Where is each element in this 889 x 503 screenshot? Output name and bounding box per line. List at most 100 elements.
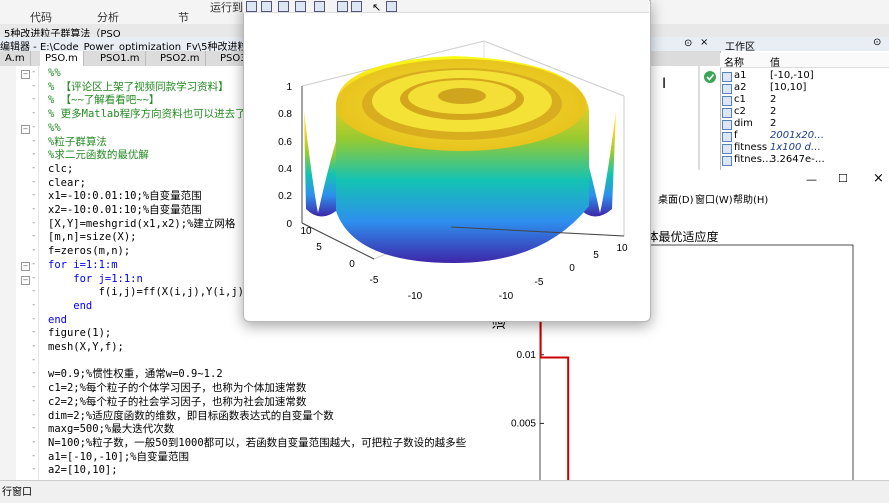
code-line[interactable]: % 【~~了解看看吧~~】 xyxy=(48,94,159,107)
editor-close-icon[interactable]: × xyxy=(700,37,708,48)
breakpoint-marker[interactable]: - xyxy=(31,286,36,296)
menu-help[interactable]: 帮助(H) xyxy=(733,191,768,206)
fold-toggle-icon[interactable]: − xyxy=(21,275,30,285)
breakpoint-marker[interactable]: - xyxy=(31,341,36,351)
breakpoint-marker[interactable]: - xyxy=(31,451,36,461)
code-line[interactable]: a2=[10,10]; xyxy=(48,464,118,477)
breakpoint-marker[interactable]: - xyxy=(31,177,36,187)
colorbar-icon[interactable] xyxy=(337,1,348,12)
editor-collapse-icon[interactable]: ⊙ xyxy=(684,38,692,49)
tab-pso2[interactable]: PSO2.m xyxy=(155,51,206,66)
code-line[interactable]: x1=-10:0.01:10;%自变量范围 xyxy=(48,190,202,203)
workspace-row[interactable]: c2 2 xyxy=(722,106,888,118)
code-line[interactable]: [m,n]=size(X); xyxy=(48,231,137,244)
code-line[interactable]: figure(1); xyxy=(48,327,111,340)
code-line[interactable]: for j=1:1:n xyxy=(48,273,143,286)
code-line[interactable]: f(i,j)=ff(X(i,j),Y(i,j)); xyxy=(48,286,257,299)
fold-toggle-icon[interactable]: − xyxy=(21,261,30,271)
code-line[interactable]: end xyxy=(48,314,67,327)
breakpoint-marker[interactable]: - xyxy=(31,231,36,241)
breakpoint-marker[interactable]: - xyxy=(31,368,36,378)
workspace-row[interactable]: dim 2 xyxy=(722,118,888,130)
menu-desktop[interactable]: 桌面(D) xyxy=(658,191,694,206)
code-line[interactable]: c1=2;%每个粒子的个体学习因子，也称为个体加速常数 xyxy=(48,382,306,395)
tab-pso[interactable]: PSO.m xyxy=(40,51,84,66)
breakpoint-marker[interactable]: - xyxy=(31,423,36,433)
workspace-menu-icon[interactable]: ⊙ xyxy=(873,37,881,48)
breakpoint-marker[interactable]: - xyxy=(31,94,36,104)
breakpoint-marker[interactable]: - xyxy=(31,410,36,420)
pointer-icon[interactable]: ↖ xyxy=(372,1,381,14)
breakpoint-marker[interactable]: - xyxy=(31,81,36,91)
print-icon[interactable] xyxy=(295,1,306,12)
workspace-row[interactable]: a1 [-10,-10] xyxy=(722,70,888,82)
y-tick-label: 10 xyxy=(300,226,312,237)
breakpoint-marker[interactable]: - xyxy=(31,314,36,324)
workspace-row[interactable]: f 2001x20… xyxy=(722,130,888,142)
breakpoint-marker[interactable]: - xyxy=(31,163,36,173)
breakpoint-marker[interactable]: - xyxy=(31,190,36,200)
workspace-col-name[interactable]: 名称 xyxy=(724,54,744,69)
breakpoint-marker[interactable]: - xyxy=(31,355,36,365)
ribbon-code-label[interactable]: 代码 xyxy=(30,9,52,25)
code-line[interactable]: N=100;%粒子数，一般50到1000都可以，若函数自变量范围越大，可把粒子数… xyxy=(48,437,466,450)
breakpoint-marker[interactable]: - xyxy=(31,396,36,406)
code-line[interactable]: %% xyxy=(48,67,61,80)
link-plot-icon[interactable] xyxy=(314,1,325,12)
breakpoint-marker[interactable]: - xyxy=(31,382,36,392)
tab-pso1[interactable]: PSO1.m xyxy=(95,51,146,66)
fold-toggle-icon[interactable]: − xyxy=(21,70,30,79)
close-icon[interactable]: × xyxy=(873,171,884,186)
code-line[interactable]: clc; xyxy=(48,163,73,176)
code-line[interactable]: [X,Y]=meshgrid(x1,x2);%建立网格 xyxy=(48,218,235,231)
y-tick-label: 0.01 xyxy=(517,350,537,361)
legend-icon[interactable] xyxy=(351,1,362,12)
code-line[interactable]: f=zeros(m,n); xyxy=(48,245,130,258)
code-line[interactable]: %% xyxy=(48,122,61,135)
workspace-row[interactable]: c1 2 xyxy=(722,94,888,106)
code-line[interactable]: %粒子群算法 xyxy=(48,136,107,149)
minimize-icon[interactable]: — xyxy=(806,173,817,186)
tab-a[interactable]: A.m xyxy=(0,51,31,66)
breakpoint-marker[interactable]: - xyxy=(31,149,36,159)
new-figure-icon[interactable] xyxy=(246,1,257,12)
ribbon-section-label[interactable]: 节 xyxy=(178,9,189,25)
property-editor-icon[interactable] xyxy=(386,1,397,12)
code-line[interactable]: mesh(X,Y,f); xyxy=(48,341,124,354)
workspace-row[interactable]: a2 [10,10] xyxy=(722,82,888,94)
code-line[interactable]: end xyxy=(48,300,92,313)
menu-window[interactable]: 窗口(W) xyxy=(695,191,733,206)
fold-toggle-icon[interactable]: − xyxy=(21,124,30,134)
code-line[interactable]: a1=[-10,-10];%自变量范围 xyxy=(48,451,189,464)
code-line[interactable]: c2=2;%每个粒子的社会学习因子，也称为社会加速常数 xyxy=(48,396,306,409)
code-line[interactable]: % 【评论区上架了视频同款学习资料】 xyxy=(48,81,229,94)
code-line[interactable]: for i=1:1:m xyxy=(48,259,118,272)
breakpoint-marker[interactable]: - xyxy=(31,67,36,77)
workspace-row[interactable]: fitness 1x100 d… xyxy=(722,142,888,154)
code-line[interactable]: w=0.9;%惯性权重，通常w=0.9~1.2 xyxy=(48,368,223,381)
breakpoint-marker[interactable]: - xyxy=(31,437,36,447)
breakpoint-marker[interactable]: - xyxy=(31,218,36,228)
ribbon-analysis-label[interactable]: 分析 xyxy=(97,9,119,25)
code-line[interactable]: clear; xyxy=(48,177,86,190)
breakpoint-marker[interactable]: - xyxy=(31,122,36,132)
workspace-col-value[interactable]: 值 xyxy=(770,54,780,69)
breakpoint-marker[interactable]: - xyxy=(31,464,36,474)
workspace-row[interactable]: fitnes… 3.2647e-… xyxy=(722,154,888,166)
maximize-icon[interactable]: ☐ xyxy=(838,172,848,185)
code-line[interactable]: x2=-10:0.01:10;%自变量范围 xyxy=(48,204,202,217)
breakpoint-marker[interactable]: - xyxy=(31,259,36,269)
breakpoint-marker[interactable]: - xyxy=(31,273,36,283)
breakpoint-marker[interactable]: - xyxy=(31,300,36,310)
breakpoint-marker[interactable]: - xyxy=(31,245,36,255)
code-line[interactable]: %求二元函数的最优解 xyxy=(48,149,149,162)
code-line[interactable]: % 更多Matlab程序方向资料也可以进去了 xyxy=(48,108,246,121)
code-line[interactable]: dim=2;%适应度函数的维数，即目标函数表达式的自变量个数 xyxy=(48,410,334,423)
breakpoint-marker[interactable]: - xyxy=(31,204,36,214)
breakpoint-marker[interactable]: - xyxy=(31,108,36,118)
open-file-icon[interactable] xyxy=(261,1,272,12)
save-icon[interactable] xyxy=(278,1,289,12)
code-line[interactable]: maxg=500;%最大迭代次数 xyxy=(48,423,174,436)
breakpoint-marker[interactable]: - xyxy=(31,136,36,146)
breakpoint-marker[interactable]: - xyxy=(31,327,36,337)
